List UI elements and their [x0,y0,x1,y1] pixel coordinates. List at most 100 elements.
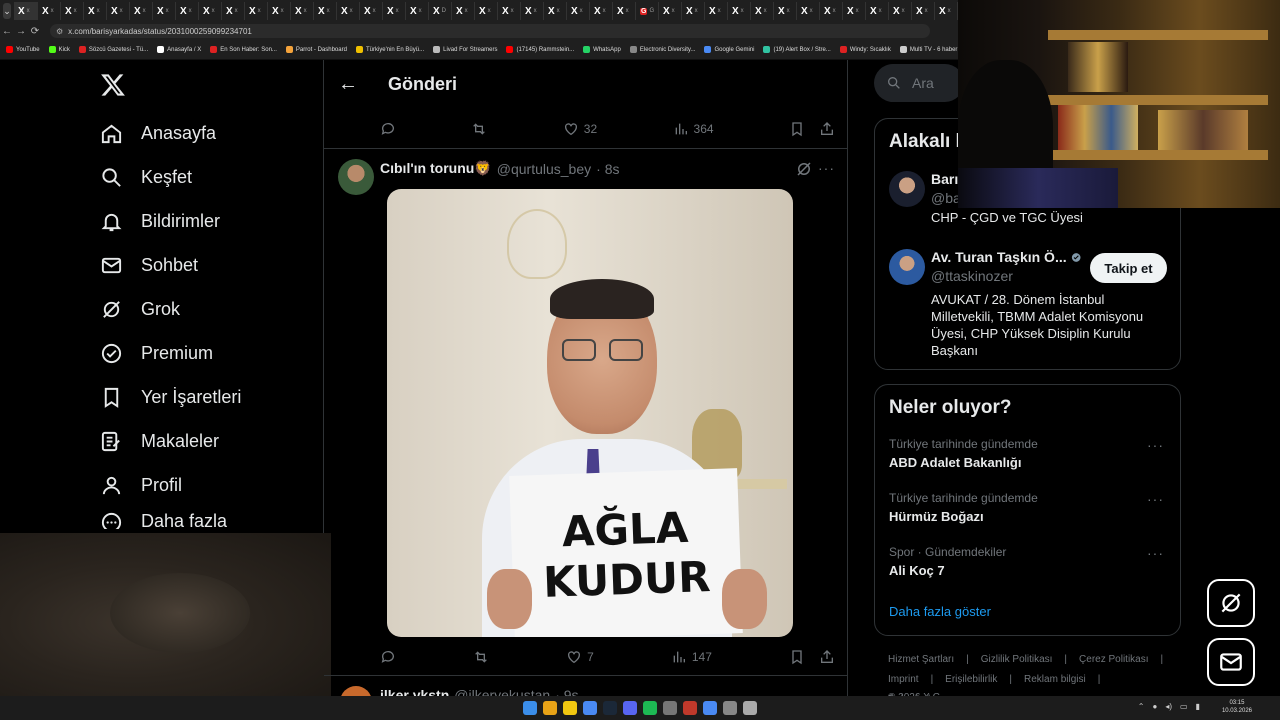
nav-item-home[interactable]: Anasayfa [100,115,310,151]
system-tray[interactable]: ⌃ ● ◂) ▭ ▮ [1138,702,1200,711]
share-button[interactable] [819,649,835,665]
x-logo-icon[interactable] [100,72,126,98]
browser-tab[interactable]: Xx [935,2,958,20]
nav-item-grok[interactable]: Grok [100,291,310,327]
bookmark-item[interactable]: Kick [48,46,70,53]
browser-tab[interactable]: Xx [452,2,475,20]
browser-tab[interactable]: Xx [728,2,751,20]
browser-tab[interactable]: Xx [222,2,245,20]
bookmark-item[interactable]: (17145) Rammstein... [506,46,574,53]
repost-button[interactable] [471,121,487,137]
related-person-2[interactable]: Av. Turan Taşkın Ö... @ttaskinozer [931,249,1081,284]
browser-tab[interactable]: Xx [843,2,866,20]
bookmark-item[interactable]: Sözcü Gazetesi - Tü... [78,46,148,53]
forward-icon[interactable]: → [14,26,28,37]
url-field[interactable]: ⚙ x.com/barisyarkadas/status/20310002590… [50,24,930,38]
browser-tab[interactable]: Xx [84,2,107,20]
trend-more-icon[interactable]: ··· [1147,437,1164,453]
discord-icon[interactable] [623,701,637,715]
author-name[interactable]: Cıbıl'ın torunu🦁 [380,160,492,177]
nav-item-more[interactable]: Daha fazla [100,511,310,529]
browser-tab[interactable]: Xx [521,2,544,20]
site-info-icon[interactable]: ⚙ [56,27,63,36]
app-icon[interactable] [663,701,677,715]
battery-icon[interactable]: ▮ [1196,702,1200,711]
avatar[interactable] [338,159,374,195]
avatar[interactable] [889,249,925,285]
browser-tab[interactable]: Xx [889,2,912,20]
browser-tab[interactable]: Xx [797,2,820,20]
post-time[interactable]: · 8s [596,161,619,177]
bookmark-item[interactable]: WhatsApp [583,46,621,53]
browser-tab[interactable]: Xx [61,2,84,20]
like-button[interactable]: 7 [566,649,594,665]
share-button[interactable] [819,121,835,137]
file-explorer-icon[interactable] [563,701,577,715]
nav-item-explore[interactable]: Keşfet [100,159,310,195]
browser-tab[interactable]: Xx [38,2,61,20]
spotify-icon[interactable] [643,701,657,715]
footer-link[interactable]: Reklam bilgisi [1024,674,1086,685]
chrome-icon[interactable] [543,701,557,715]
browser-tab[interactable]: Xx [245,2,268,20]
browser-tab[interactable]: Xx [383,2,406,20]
show-more-link[interactable]: Daha fazla göster [889,604,991,619]
footer-link[interactable]: Imprint [888,674,919,685]
bookmark-item[interactable]: Multi TV - 6 haber [899,46,957,53]
grok-icon[interactable] [795,160,813,183]
browser-tab[interactable]: Xx [498,2,521,20]
views-button[interactable]: 364 [673,121,714,137]
bookmark-item[interactable]: Livad For Streamers [433,46,497,53]
app-icon[interactable] [703,701,717,715]
avatar[interactable] [889,171,925,207]
browser-tab[interactable]: Xx [107,2,130,20]
volume-icon[interactable]: ◂) [1165,702,1172,711]
bookmark-item[interactable]: Windy: Sıcaklık [839,46,891,53]
nav-item-profile[interactable]: Profil [100,467,310,503]
back-icon[interactable]: ← [0,26,14,37]
browser-tab[interactable]: Xx [866,2,889,20]
app-icon[interactable] [683,701,697,715]
trend-item[interactable]: Türkiye tarihinde gündemde ABD Adalet Bak… [889,437,1164,470]
bookmark-item[interactable]: YouTube [6,46,40,53]
browser-tab[interactable]: Xx [912,2,935,20]
browser-tab[interactable]: Xx [130,2,153,20]
nav-item-notifications[interactable]: Bildirimler [100,203,310,239]
grok-fab[interactable] [1207,579,1255,627]
author-handle[interactable]: @qurtulus_bey [497,161,591,177]
browser-tab[interactable]: Xx [176,2,199,20]
tray-chevron-icon[interactable]: ⌃ [1138,702,1145,711]
bookmark-item[interactable]: Electronic Diversity... [629,46,695,53]
browser-tab[interactable]: Xx [659,2,682,20]
reply-button[interactable] [380,121,396,137]
browser-tab[interactable]: GG [636,2,659,20]
footer-link[interactable]: Çerez Politikası [1079,654,1148,665]
nav-item-chat[interactable]: Sohbet [100,247,310,283]
bookmark-button[interactable] [789,121,805,137]
nav-item-bookmarks[interactable]: Yer İşaretleri [100,379,310,415]
trend-item[interactable]: Spor · Gündemdekiler Ali Koç 7 ··· [889,545,1164,578]
post-image[interactable]: AĞLA KUDUR [387,189,793,637]
footer-link[interactable]: Gizlilik Politikası [981,654,1053,665]
browser-tab[interactable]: Xx [314,2,337,20]
footer-link[interactable]: Hizmet Şartları [888,654,954,665]
browser-tab[interactable]: Xx [360,2,383,20]
browser-tab[interactable]: Xx [475,2,498,20]
browser-tab[interactable]: Xx [153,2,176,20]
taskbar-clock[interactable]: 03:15 10.03.2026 [1222,699,1252,715]
browser-tab[interactable]: Xx [199,2,222,20]
browser-tab[interactable]: Xx [567,2,590,20]
back-arrow-icon[interactable]: ← [338,73,358,96]
reload-icon[interactable]: ⟳ [28,26,42,37]
views-button[interactable]: 147 [671,649,712,665]
trend-more-icon[interactable]: ··· [1147,491,1164,507]
author-handle[interactable]: @ilkeryekustan [454,687,550,696]
tab-search-button[interactable]: ⌄ [3,3,11,19]
like-button[interactable]: 32 [563,121,597,137]
browser-tab[interactable]: Xx [406,2,429,20]
search-box[interactable]: Ara [874,64,964,102]
browser-tab[interactable]: Xx [751,2,774,20]
browser-tab[interactable]: Xx [613,2,636,20]
bookmark-item[interactable]: Google Gemini [704,46,754,53]
more-options-icon[interactable]: ··· [818,160,835,176]
